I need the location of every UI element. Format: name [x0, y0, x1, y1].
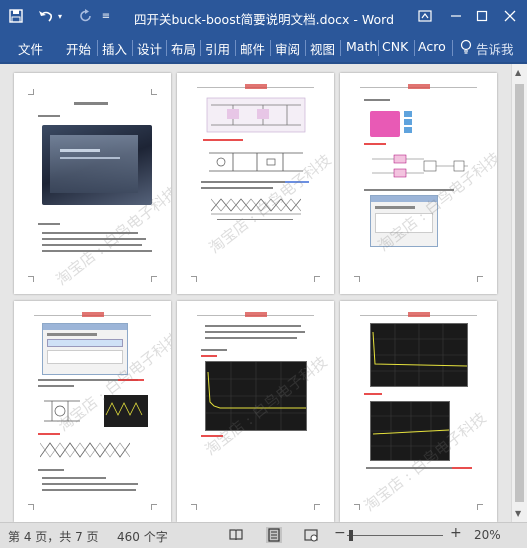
tab-separator [270, 40, 271, 56]
page-count[interactable]: 第 4 页，共 7 页 [8, 528, 99, 545]
word-window: ▾ ≡ 四开关buck-boost简要说明文档.docx - Word 文件 开… [0, 0, 527, 548]
undo-dropdown-icon[interactable]: ▾ [55, 6, 65, 26]
tab-separator [452, 40, 453, 56]
tab-math[interactable]: Math [346, 39, 377, 54]
document-area[interactable]: 淘宝店 : 白鸟电子科技 淘宝店: 白鸟电子科技 淘宝店: 白鸟电子科技 淘… [0, 64, 511, 522]
circuit-figure [203, 95, 309, 135]
tab-acrobat[interactable]: Acro [418, 39, 446, 54]
tab-insert[interactable]: 插入 [102, 39, 127, 58]
document-page[interactable]: 淘宝店 : 白鸟电子科技 [177, 73, 334, 294]
undo-icon[interactable] [36, 6, 56, 26]
document-page[interactable]: 淘宝店 : 白鸟电子科技 [340, 301, 497, 522]
scroll-down-icon[interactable]: ▼ [515, 509, 521, 518]
document-page[interactable]: 淘宝店 : 白鸟电子科技 [14, 73, 171, 294]
photo-figure [42, 125, 152, 205]
simulink-blocks [404, 111, 416, 137]
tab-mailings[interactable]: 邮件 [240, 39, 265, 58]
tab-review[interactable]: 审阅 [275, 39, 300, 58]
tab-separator [166, 40, 167, 56]
ribbon-display-options-icon[interactable] [412, 4, 438, 28]
vertical-scrollbar[interactable]: ▲ ▼ [511, 64, 527, 522]
tab-separator [340, 40, 341, 56]
tell-me-box[interactable]: 告诉我 [476, 39, 514, 58]
dialog-screenshot [42, 323, 128, 375]
title-bar: ▾ ≡ 四开关buck-boost简要说明文档.docx - Word [0, 0, 527, 34]
tab-file[interactable]: 文件 [18, 39, 43, 58]
tab-separator [132, 40, 133, 56]
scrollbar-thumb[interactable] [515, 84, 524, 502]
tab-separator [235, 40, 236, 56]
word-count[interactable]: 460 个字 [117, 528, 168, 545]
zoom-slider[interactable] [347, 535, 443, 536]
save-icon[interactable] [6, 6, 26, 26]
customize-toolbar-icon[interactable]: ≡ [100, 6, 112, 26]
tab-cnki[interactable]: CNK [382, 39, 408, 54]
document-page[interactable]: 淘宝店 : 白鸟电子科技 [14, 301, 171, 522]
minimize-icon[interactable] [443, 4, 469, 28]
tab-separator [378, 40, 379, 56]
tab-view[interactable]: 视图 [310, 39, 335, 58]
tab-separator [305, 40, 306, 56]
redo-icon[interactable] [76, 6, 96, 26]
lightbulb-icon[interactable] [460, 39, 472, 59]
waveform-figure [39, 439, 131, 461]
print-layout-icon[interactable] [266, 527, 282, 543]
zoom-level[interactable]: 20% [474, 528, 501, 542]
zoom-in-button[interactable]: + [450, 525, 462, 541]
tab-separator [97, 40, 98, 56]
zoom-slider-thumb[interactable] [349, 530, 353, 541]
document-page[interactable]: 淘宝店 : 白鸟电子科技 [340, 73, 497, 294]
zoom-out-button[interactable]: − [334, 525, 346, 541]
close-icon[interactable] [497, 4, 523, 28]
maximize-icon[interactable] [469, 4, 495, 28]
tab-home[interactable]: 开始 [66, 39, 91, 58]
document-page[interactable]: 淘宝店 : 白鸟电子科技 [177, 301, 334, 522]
window-title: 四开关buck-boost简要说明文档.docx - Word [134, 12, 395, 27]
status-bar: 第 4 页，共 7 页 460 个字 − + 20% [0, 522, 527, 548]
tab-design[interactable]: 设计 [137, 39, 162, 58]
read-mode-icon[interactable] [228, 527, 244, 543]
scroll-up-icon[interactable]: ▲ [515, 68, 521, 77]
tab-separator [200, 40, 201, 56]
tab-layout[interactable]: 布局 [171, 39, 196, 58]
web-layout-icon[interactable] [303, 527, 319, 543]
tab-references[interactable]: 引用 [205, 39, 230, 58]
tab-separator [414, 40, 415, 56]
ribbon-tabs: 文件 开始 插入 设计 布局 引用 邮件 审阅 视图 Math CNK Acro… [0, 34, 527, 62]
simulink-block [370, 111, 400, 137]
scope-screenshot [370, 323, 468, 387]
